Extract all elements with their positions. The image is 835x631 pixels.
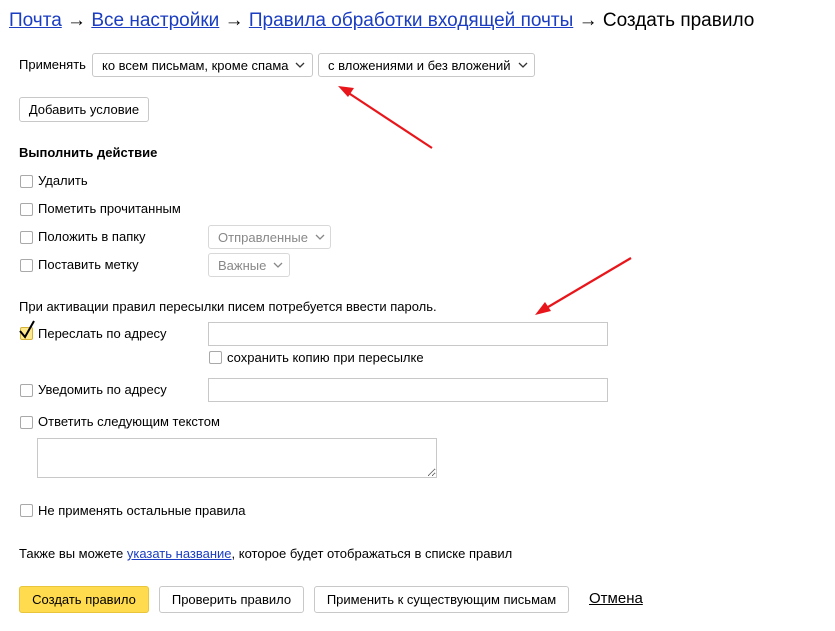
annotation-arrows bbox=[338, 86, 632, 315]
checkmark-icon bbox=[19, 320, 35, 339]
apply-to-existing-button[interactable]: Применить к существующим письмам bbox=[314, 586, 569, 613]
forward-password-notice: При активации правил пересылки писем пот… bbox=[19, 299, 437, 314]
rule-name-hint: Также вы можете указать название, которо… bbox=[19, 546, 512, 562]
stop-rules-label: Не применять остальные правила bbox=[38, 503, 246, 518]
mark-read-label: Пометить прочитанным bbox=[38, 201, 181, 216]
label-dropdown[interactable]: Важные bbox=[208, 253, 290, 277]
apply-scope-dropdown[interactable]: ко всем письмам, кроме спама bbox=[92, 53, 313, 77]
create-rule-button[interactable]: Создать правило bbox=[19, 586, 149, 613]
keep-copy-checkbox[interactable] bbox=[209, 351, 222, 364]
delete-label: Удалить bbox=[38, 173, 88, 188]
mark-read-checkbox[interactable] bbox=[20, 203, 33, 216]
apply-scope-value: ко всем письмам, кроме спама bbox=[102, 57, 289, 73]
check-rule-button[interactable]: Проверить правило bbox=[159, 586, 304, 613]
breadcrumb-separator: → bbox=[224, 10, 244, 31]
reply-text-input[interactable] bbox=[37, 438, 437, 478]
page-title: Создать правило bbox=[602, 10, 755, 31]
actions-heading: Выполнить действие bbox=[19, 145, 158, 160]
move-to-folder-label: Положить в папку bbox=[38, 229, 146, 244]
notify-checkbox[interactable] bbox=[20, 384, 33, 397]
cancel-link[interactable]: Отмена bbox=[589, 590, 643, 607]
set-label-label: Поставить метку bbox=[38, 257, 139, 272]
apply-label: Применять bbox=[19, 57, 86, 72]
chevron-down-icon bbox=[315, 234, 325, 240]
stop-rules-checkbox[interactable] bbox=[20, 504, 33, 517]
breadcrumb-all-settings-link[interactable]: Все настройки bbox=[91, 10, 219, 31]
notify-address-input[interactable] bbox=[208, 378, 608, 402]
reply-label: Ответить следующим текстом bbox=[38, 414, 220, 429]
attachments-dropdown[interactable]: с вложениями и без вложений bbox=[318, 53, 535, 77]
annotation-arrow-icon bbox=[535, 257, 632, 315]
folder-dropdown[interactable]: Отправленные bbox=[208, 225, 331, 249]
set-rule-name-link[interactable]: указать название bbox=[127, 546, 232, 561]
attachments-value: с вложениями и без вложений bbox=[328, 57, 511, 73]
breadcrumb-mail-link[interactable]: Почта bbox=[9, 10, 62, 31]
chevron-down-icon bbox=[296, 62, 305, 68]
annotation-arrow-icon bbox=[338, 86, 433, 149]
breadcrumb-rules-link[interactable]: Правила обработки входящей почты bbox=[249, 10, 573, 31]
set-label-checkbox[interactable] bbox=[20, 259, 33, 272]
breadcrumb-separator: → bbox=[67, 10, 87, 31]
chevron-down-icon bbox=[273, 262, 283, 268]
notify-label: Уведомить по адресу bbox=[38, 382, 167, 397]
forward-label: Переслать по адресу bbox=[38, 326, 167, 341]
breadcrumb: Почта → Все настройки → Правила обработк… bbox=[9, 9, 754, 33]
label-value: Важные bbox=[218, 257, 267, 273]
delete-checkbox[interactable] bbox=[20, 175, 33, 188]
breadcrumb-separator: → bbox=[578, 10, 598, 31]
reply-checkbox[interactable] bbox=[20, 416, 33, 429]
keep-copy-label: сохранить копию при пересылке bbox=[227, 350, 424, 365]
move-to-folder-checkbox[interactable] bbox=[20, 231, 33, 244]
add-condition-button[interactable]: Добавить условие bbox=[19, 97, 149, 122]
forward-address-input[interactable] bbox=[208, 322, 608, 346]
folder-value: Отправленные bbox=[218, 229, 308, 245]
chevron-down-icon bbox=[518, 62, 527, 68]
rule-name-hint-before: Также вы можете bbox=[19, 546, 127, 561]
rule-name-hint-after: , которое будет отображаться в списке пр… bbox=[231, 546, 513, 561]
